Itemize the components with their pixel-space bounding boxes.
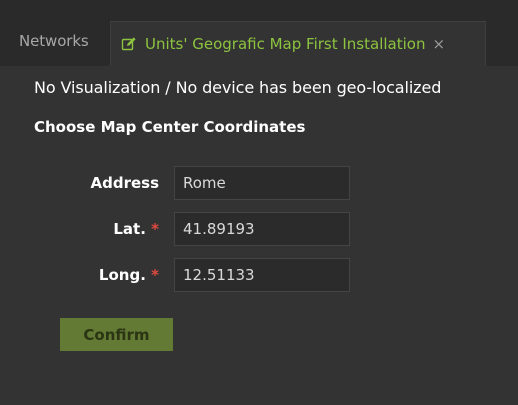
long-input[interactable]: [174, 258, 350, 292]
tab-units-geografic-map[interactable]: Units' Geografic Map First Installation …: [110, 21, 486, 66]
address-row: Address: [0, 166, 518, 200]
section-title: Choose Map Center Coordinates: [34, 118, 306, 136]
lat-label: Lat. *: [113, 220, 159, 238]
long-row: Long. *: [0, 258, 518, 292]
lat-input[interactable]: [174, 212, 350, 246]
address-label: Address: [90, 174, 159, 192]
no-visualization-message: No Visualization / No device has been ge…: [34, 78, 442, 97]
address-input[interactable]: [174, 166, 350, 200]
long-required-mark: *: [151, 266, 159, 284]
tab-networks[interactable]: Networks: [0, 22, 105, 60]
tab-bar: Networks Units' Geografic Map First Inst…: [0, 0, 518, 66]
lat-required-mark: *: [151, 220, 159, 238]
edit-icon: [121, 36, 137, 52]
tab-units-geografic-map-label: Units' Geografic Map First Installation: [145, 35, 426, 53]
long-label: Long. *: [98, 266, 159, 284]
tab-networks-label: Networks: [19, 32, 89, 50]
confirm-button[interactable]: Confirm: [60, 318, 173, 351]
main-panel: No Visualization / No device has been ge…: [0, 66, 518, 405]
close-icon[interactable]: ×: [432, 35, 445, 53]
lat-row: Lat. *: [0, 212, 518, 246]
